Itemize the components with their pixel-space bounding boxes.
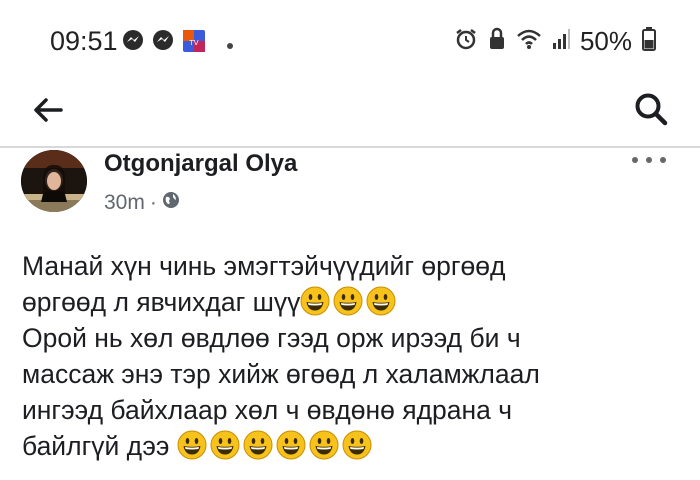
post-line: байлгүй дээ: [22, 428, 692, 464]
battery-icon: [642, 27, 656, 56]
globe-icon: [162, 191, 180, 215]
svg-text:TV: TV: [188, 39, 198, 47]
search-button[interactable]: [628, 88, 674, 134]
battery-percent: 50%: [579, 26, 632, 56]
avatar[interactable]: [21, 150, 87, 212]
grinning-face-emoji: [210, 430, 240, 460]
meta-separator: ·: [149, 191, 157, 214]
dot-icon: [226, 37, 234, 55]
grinning-face-emoji: [177, 430, 207, 460]
messenger-icon: [122, 29, 144, 56]
alarm-icon: [454, 27, 478, 56]
more-options-button[interactable]: [632, 150, 666, 170]
wifi-icon: [516, 28, 542, 55]
grinning-face-emoji: [342, 430, 372, 460]
grinning-face-emoji: [333, 286, 363, 316]
search-icon: [633, 91, 669, 132]
status-bar: 09:51 TV 50%: [0, 0, 700, 80]
post-line: Манай хүн чинь эмэгтэйчүүдийг өргөөд: [22, 248, 692, 284]
post-line-text: Орой нь хөл өвдлөө гээд орж ирээд би ч: [22, 323, 521, 353]
post-line-text: өргөөд л явчихдаг шүү: [22, 287, 301, 317]
app-icon: TV: [182, 29, 206, 58]
more-dot: [646, 157, 652, 163]
signal-icon: [552, 28, 570, 55]
top-nav-bar: [0, 80, 700, 146]
post-line-text: Манай хүн чинь эмэгтэйчүүдийг өргөөд: [22, 251, 506, 281]
grinning-face-emoji: [276, 430, 306, 460]
grinning-face-emoji: [300, 286, 330, 316]
post-line-text: ингээд байхлаар хөл ч өвдөнө ядрана ч: [22, 395, 513, 425]
post-author[interactable]: Otgonjargal Olya: [104, 150, 297, 178]
post-line: өргөөд л явчихдаг шүү: [22, 284, 692, 320]
status-time: 09:51: [50, 26, 118, 56]
more-dot: [632, 157, 638, 163]
arrow-left-icon: [33, 97, 63, 128]
status-right: 50%: [454, 26, 656, 57]
post-body: Манай хүн чинь эмэгтэйчүүдийг өргөөд өргө…: [22, 248, 692, 464]
more-dot: [660, 157, 666, 163]
post-line: Орой нь хөл өвдлөө гээд орж ирээд би ч: [22, 320, 692, 356]
lock-icon: [488, 27, 506, 56]
grinning-face-emoji: [243, 430, 273, 460]
grinning-face-emoji: [309, 430, 339, 460]
post-line-text: байлгүй дээ: [22, 431, 177, 461]
back-button[interactable]: [28, 92, 68, 132]
post-meta: 30m ·: [104, 191, 180, 215]
header-divider: [0, 146, 700, 148]
post-line: ингээд байхлаар хөл ч өвдөнө ядрана ч: [22, 392, 692, 428]
post-line: массаж энэ тэр хийж өгөөд л халамжлаал: [22, 356, 692, 392]
post-time[interactable]: 30m: [104, 191, 145, 215]
grinning-face-emoji: [366, 286, 396, 316]
post-line-text: массаж энэ тэр хийж өгөөд л халамжлаал: [22, 359, 540, 389]
messenger-icon: [152, 29, 174, 56]
